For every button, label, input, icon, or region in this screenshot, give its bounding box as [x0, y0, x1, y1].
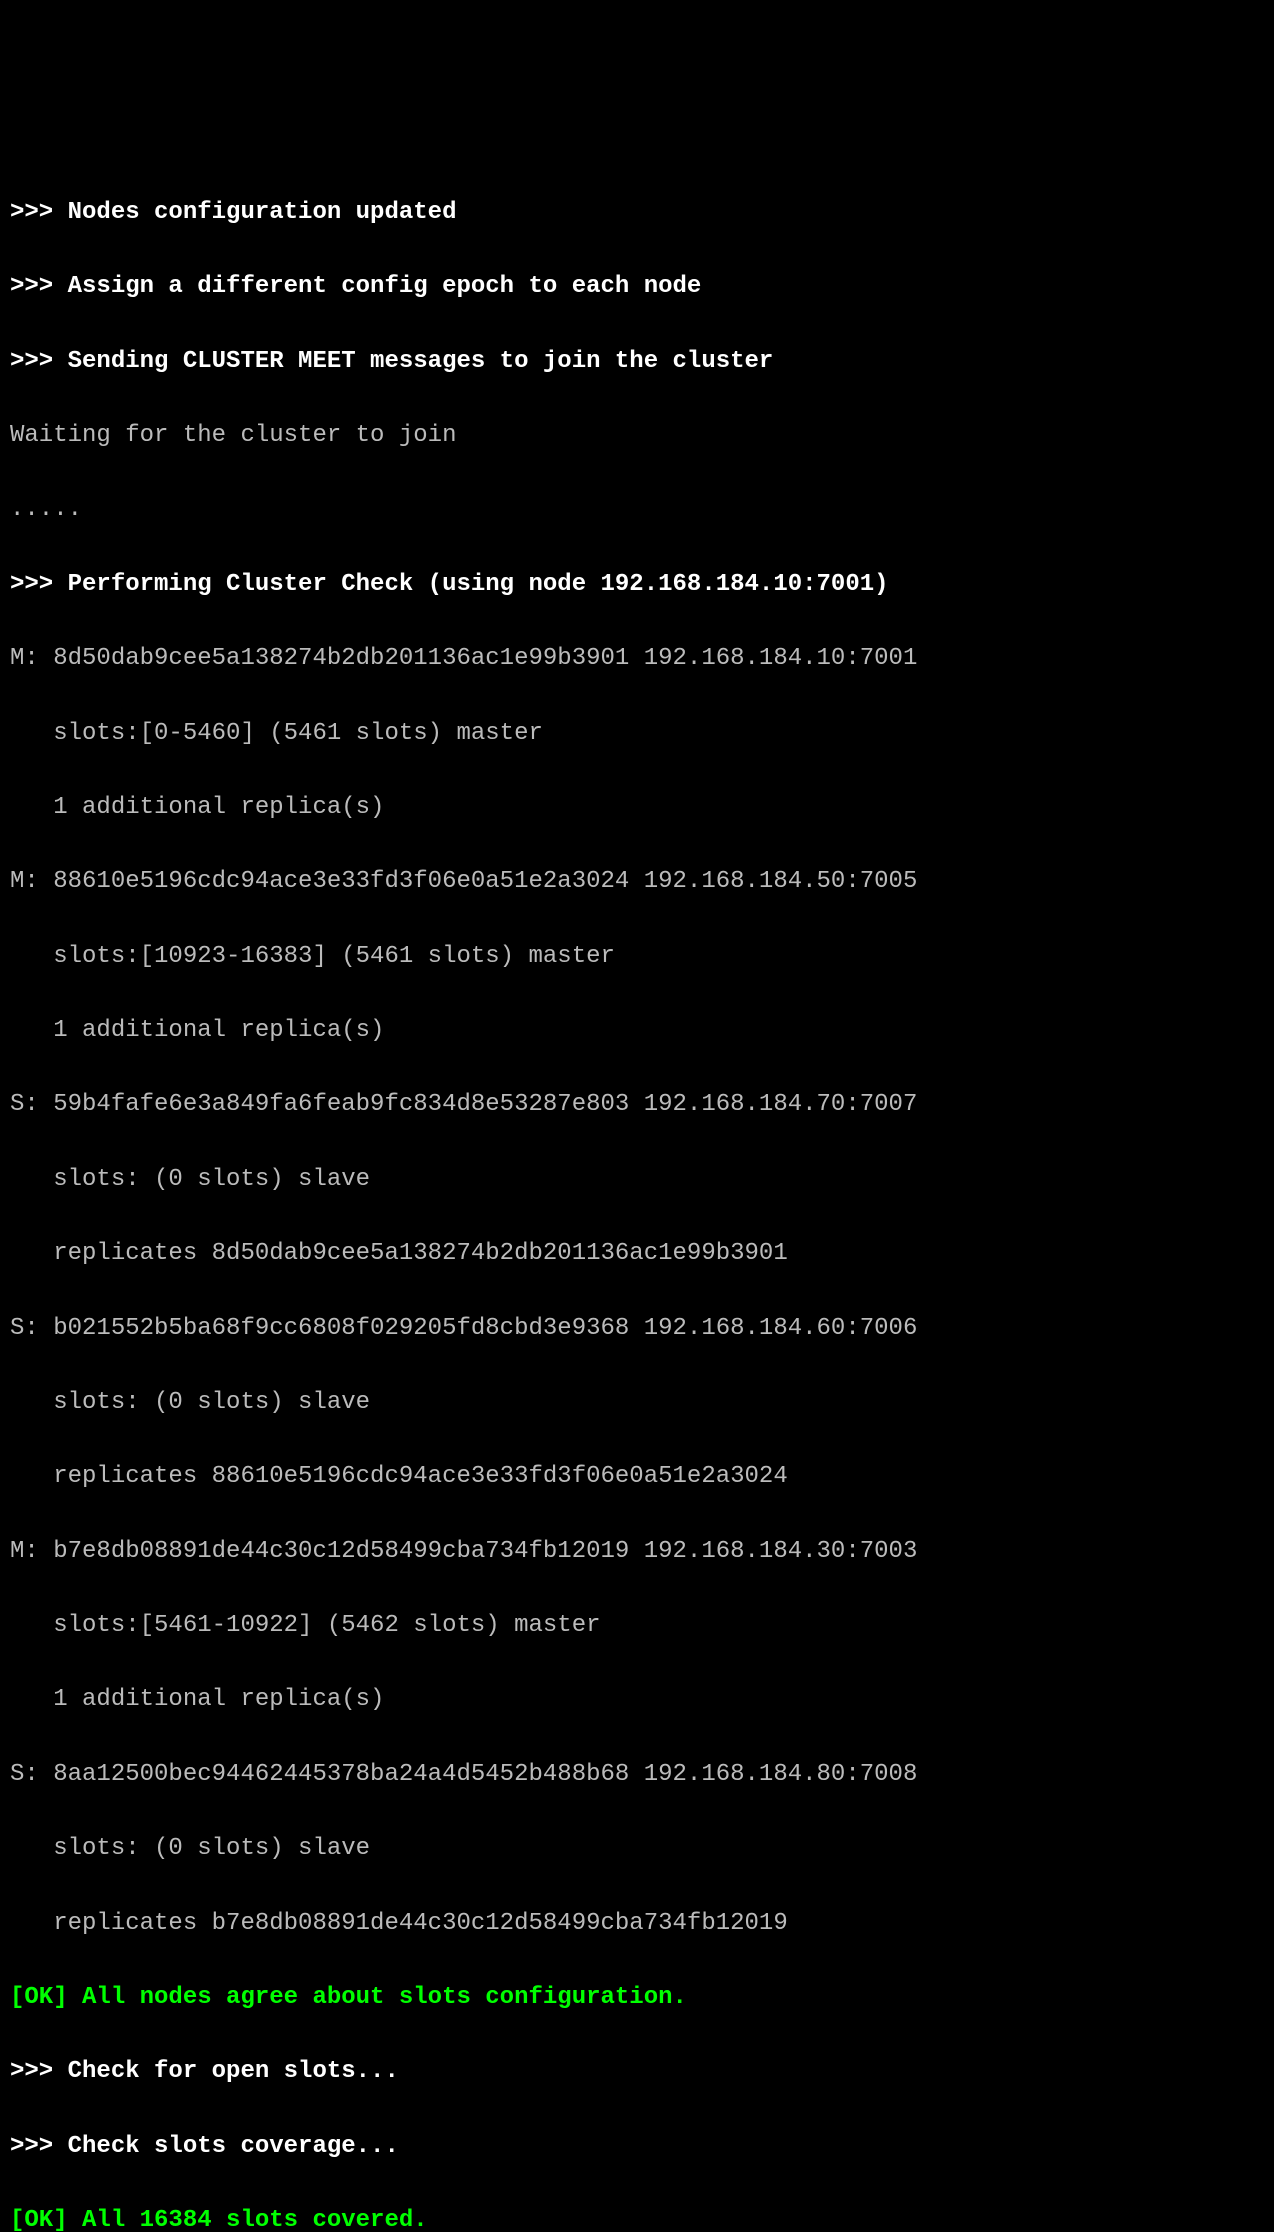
log-sending-cluster-meet: >>> Sending CLUSTER MEET messages to joi…: [10, 343, 1264, 380]
node-master-1-header: M: 8d50dab9cee5a138274b2db201136ac1e99b3…: [10, 640, 1264, 677]
ok-slots-covered: [OK] All 16384 slots covered.: [10, 2202, 1264, 2232]
log-performing-cluster-check: >>> Performing Cluster Check (using node…: [10, 566, 1264, 603]
log-check-open-slots: >>> Check for open slots...: [10, 2053, 1264, 2090]
terminal-output: >>> Nodes configuration updated >>> Assi…: [10, 157, 1264, 2232]
ok-nodes-agree: [OK] All nodes agree about slots configu…: [10, 1979, 1264, 2016]
log-waiting-dots: .....: [10, 491, 1264, 528]
node-master-1-replicas: 1 additional replica(s): [10, 789, 1264, 826]
node-slave-2-replicates: replicates 88610e5196cdc94ace3e33fd3f06e…: [10, 1458, 1264, 1495]
node-master-1-slots: slots:[0-5460] (5461 slots) master: [10, 715, 1264, 752]
node-slave-2-header: S: b021552b5ba68f9cc6808f029205fd8cbd3e9…: [10, 1310, 1264, 1347]
node-slave-1-replicates: replicates 8d50dab9cee5a138274b2db201136…: [10, 1235, 1264, 1272]
log-assign-epoch: >>> Assign a different config epoch to e…: [10, 268, 1264, 305]
node-master-3-header: M: b7e8db08891de44c30c12d58499cba734fb12…: [10, 1533, 1264, 1570]
node-slave-3-slots: slots: (0 slots) slave: [10, 1830, 1264, 1867]
log-waiting-cluster-join: Waiting for the cluster to join: [10, 417, 1264, 454]
node-master-2-header: M: 88610e5196cdc94ace3e33fd3f06e0a51e2a3…: [10, 863, 1264, 900]
node-master-3-replicas: 1 additional replica(s): [10, 1681, 1264, 1718]
node-slave-2-slots: slots: (0 slots) slave: [10, 1384, 1264, 1421]
node-slave-3-replicates: replicates b7e8db08891de44c30c12d58499cb…: [10, 1905, 1264, 1942]
node-slave-1-slots: slots: (0 slots) slave: [10, 1161, 1264, 1198]
node-slave-1-header: S: 59b4fafe6e3a849fa6feab9fc834d8e53287e…: [10, 1086, 1264, 1123]
log-nodes-config-updated: >>> Nodes configuration updated: [10, 194, 1264, 231]
log-check-slots-coverage: >>> Check slots coverage...: [10, 2128, 1264, 2165]
node-master-2-replicas: 1 additional replica(s): [10, 1012, 1264, 1049]
node-master-3-slots: slots:[5461-10922] (5462 slots) master: [10, 1607, 1264, 1644]
node-master-2-slots: slots:[10923-16383] (5461 slots) master: [10, 938, 1264, 975]
node-slave-3-header: S: 8aa12500bec94462445378ba24a4d5452b488…: [10, 1756, 1264, 1793]
